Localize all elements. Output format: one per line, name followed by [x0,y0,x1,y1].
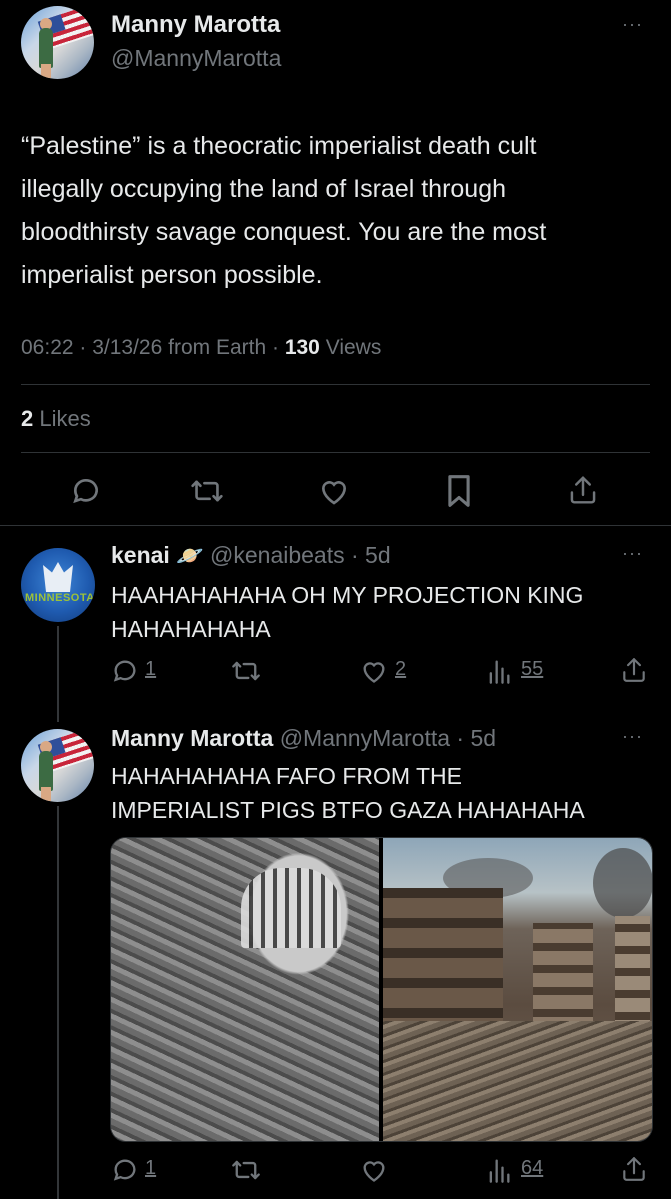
reply-icon[interactable] [111,1156,139,1184]
avatar[interactable] [21,729,94,802]
views-icon[interactable] [487,1156,511,1184]
views-icon[interactable] [487,657,511,685]
reply-count: 1 [145,658,157,680]
handle-time[interactable]: @kenaibeats · 5d [210,542,391,568]
reply-line: IMPERIALIST PIGS BTFO GAZA HAHAHAHA [111,797,585,823]
handle-time[interactable]: @MannyMarotta · 5d [280,725,496,751]
thread-line [57,626,59,722]
display-name[interactable]: Manny Marotta [111,11,280,39]
timestamp-source: 06:22 · 3/13/26 from Earth · [21,336,285,359]
reply-line: HAHAHAHAHA [111,616,271,642]
like-count: 2 [395,658,407,680]
divider [0,525,671,526]
likes-summary[interactable]: 2 Likes [21,406,91,432]
likes-count: 2 [21,406,34,431]
divider [21,452,650,453]
avatar[interactable] [21,6,94,79]
display-name[interactable]: Manny Marotta [111,725,273,751]
thread-line [57,806,59,1199]
tweet-line: imperialist person possible. [21,261,323,289]
tweet-meta: 06:22 · 3/13/26 from Earth · 130 Views [21,336,381,360]
reply-icon[interactable] [111,657,139,685]
reply-icon[interactable] [70,475,102,507]
retweet-icon[interactable] [231,657,261,685]
display-name[interactable]: kenai [111,542,170,568]
share-icon[interactable] [621,1155,647,1183]
reply-line: HAAHAHAHAHA OH MY PROJECTION KING [111,582,584,608]
more-icon[interactable]: ··· [622,543,643,564]
tweet-line: bloodthirsty savage conquest. You are th… [21,218,547,246]
retweet-icon[interactable] [231,1156,261,1184]
tweet-text: “Palestine” is a theocratic imperialist … [21,125,661,297]
divider [21,384,650,385]
like-icon[interactable] [360,658,388,684]
planet-emoji: 🪐 [176,543,204,568]
reply-text: HAAHAHAHAHA OH MY PROJECTION KING HAHAHA… [111,578,583,646]
like-icon[interactable] [318,476,350,506]
reply-text: HAHAHAHAHA FAFO FROM THE IMPERIALIST PIG… [111,759,585,827]
bookmark-icon[interactable] [446,474,472,508]
views-label: Views [319,336,382,359]
more-icon[interactable]: ··· [622,726,643,747]
tweet-line: illegally occupying the land of Israel t… [21,175,507,203]
likes-label: Likes [33,406,91,431]
views-count: 64 [521,1157,544,1179]
share-icon[interactable] [621,656,647,684]
handle[interactable]: @MannyMarotta [111,45,281,72]
views-count: 55 [521,658,544,680]
rubble-photo-right[interactable] [383,838,652,1141]
reply-line: HAHAHAHAHA FAFO FROM THE [111,763,463,789]
reply-header: Manny Marotta @MannyMarotta · 5d [111,725,496,752]
retweet-icon[interactable] [190,475,224,507]
tweet-line: “Palestine” is a theocratic imperialist … [21,132,537,160]
views-count: 130 [284,336,320,359]
avatar[interactable]: MINNESOTA [21,548,95,622]
share-icon[interactable] [568,474,598,506]
reply-count: 1 [145,1157,157,1179]
rubble-photo-left[interactable] [111,838,379,1141]
avatar-text: MINNESOTA [25,592,95,604]
reply-header: kenai 🪐 @kenaibeats · 5d [111,542,391,569]
like-icon[interactable] [360,1157,388,1183]
media-grid[interactable] [110,837,653,1142]
more-icon[interactable]: ··· [622,14,643,35]
